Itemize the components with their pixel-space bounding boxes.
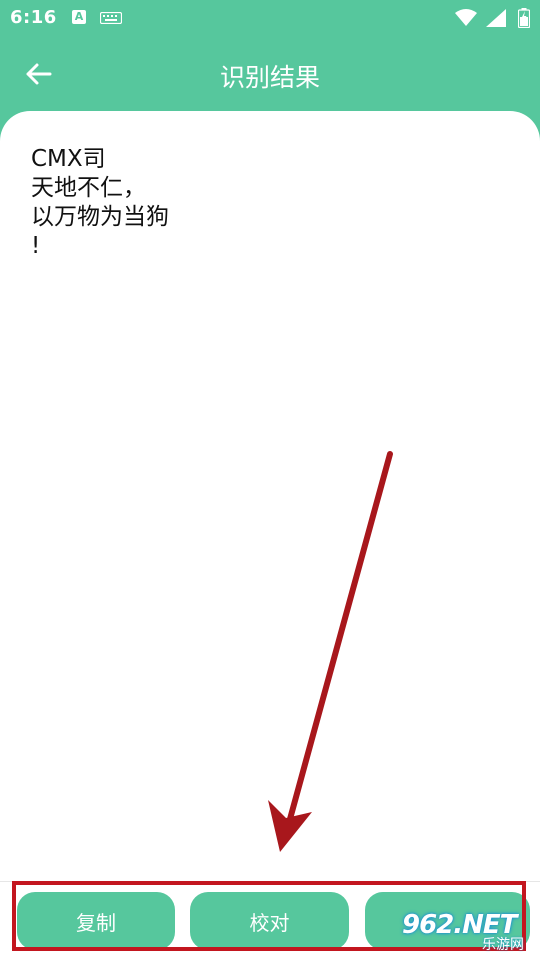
status-time: 6:16 bbox=[10, 7, 57, 28]
third-action-button[interactable] bbox=[365, 892, 530, 950]
wifi-icon bbox=[454, 9, 477, 26]
signal-icon bbox=[486, 9, 507, 27]
keyboard-icon bbox=[100, 12, 122, 24]
recognized-text[interactable]: CMX司 天地不仁， 以万物为当狗 ! bbox=[31, 145, 511, 261]
result-line-3: 以万物为当狗 bbox=[31, 204, 169, 230]
copy-button[interactable]: 复制 bbox=[17, 892, 175, 950]
result-line-2: 天地不仁， bbox=[31, 175, 146, 201]
status-bar: 6:16 A bbox=[0, 0, 540, 36]
result-line-4: ! bbox=[31, 233, 41, 259]
result-panel: CMX司 天地不仁， 以万物为当狗 ! bbox=[0, 111, 540, 960]
status-icons bbox=[454, 7, 531, 29]
page-title: 识别结果 bbox=[219, 63, 320, 92]
bottom-divider bbox=[0, 881, 540, 882]
result-line-1: CMX司 bbox=[31, 146, 106, 172]
app-toolbar: 识别结果 bbox=[0, 36, 540, 112]
notification-a-icon: A bbox=[72, 10, 86, 24]
proofread-button[interactable]: 校对 bbox=[190, 892, 349, 950]
battery-icon bbox=[517, 8, 531, 29]
